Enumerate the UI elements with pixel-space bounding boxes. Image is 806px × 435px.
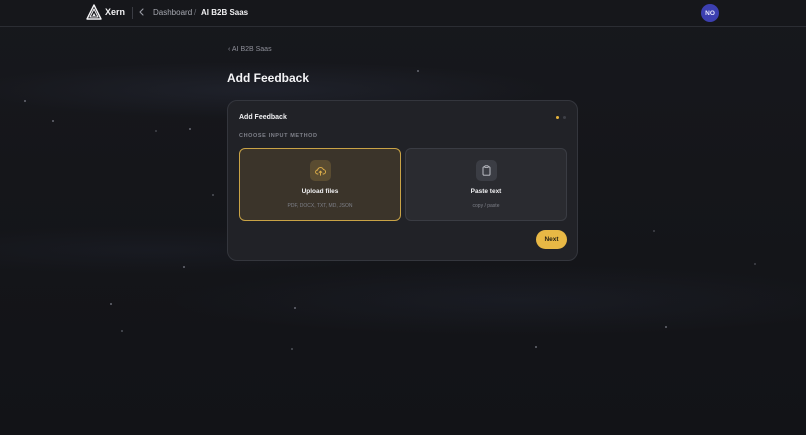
star [754, 263, 756, 265]
breadcrumb-current: AI B2B Saas [201, 8, 249, 17]
upload-files-title: Upload files [301, 188, 339, 195]
paste-text-title: Paste text [470, 188, 502, 195]
star [535, 346, 537, 348]
user-avatar[interactable]: NO [701, 4, 719, 22]
chevron-left-icon[interactable] [137, 6, 147, 18]
step-indicator [556, 116, 566, 119]
back-link-label: AI B2B Saas [231, 46, 272, 53]
breadcrumb-dashboard[interactable]: Dashboard [153, 8, 192, 17]
star [110, 303, 112, 305]
back-link[interactable]: ‹ AI B2B Saas [228, 46, 272, 53]
star [183, 266, 185, 268]
star [155, 130, 157, 132]
cloud-upload-icon [310, 160, 331, 181]
star [24, 100, 26, 102]
breadcrumb-separator: / [194, 8, 197, 17]
divider [132, 7, 133, 19]
card-title: Add Feedback [239, 114, 287, 121]
paste-text-hint: copy / paste [472, 203, 500, 209]
star [121, 330, 123, 332]
star [417, 70, 419, 72]
paste-text-option[interactable]: Paste text copy / paste [405, 148, 567, 221]
clipboard-icon [476, 160, 497, 181]
star [189, 128, 191, 130]
star [212, 194, 214, 196]
step-dot-inactive [563, 116, 566, 119]
add-feedback-card: Add Feedback CHOOSE INPUT METHOD Upload … [227, 100, 578, 261]
section-label: CHOOSE INPUT METHOD [239, 133, 318, 139]
star [52, 120, 54, 122]
xern-logo-icon[interactable] [86, 4, 102, 21]
page-title: Add Feedback [227, 71, 310, 85]
step-dot-active [556, 116, 559, 119]
star [291, 348, 293, 350]
next-button[interactable]: Next [536, 230, 567, 249]
upload-files-formats: PDF, DOCX, TXT, MD, JSON [287, 203, 353, 209]
top-navigation-bar: Xern Dashboard / AI B2B Saas NO [0, 0, 806, 27]
brand-name[interactable]: Xern [105, 7, 125, 17]
star [653, 230, 655, 232]
upload-files-option[interactable]: Upload files PDF, DOCX, TXT, MD, JSON [239, 148, 401, 221]
star [665, 326, 667, 328]
star [294, 307, 296, 309]
